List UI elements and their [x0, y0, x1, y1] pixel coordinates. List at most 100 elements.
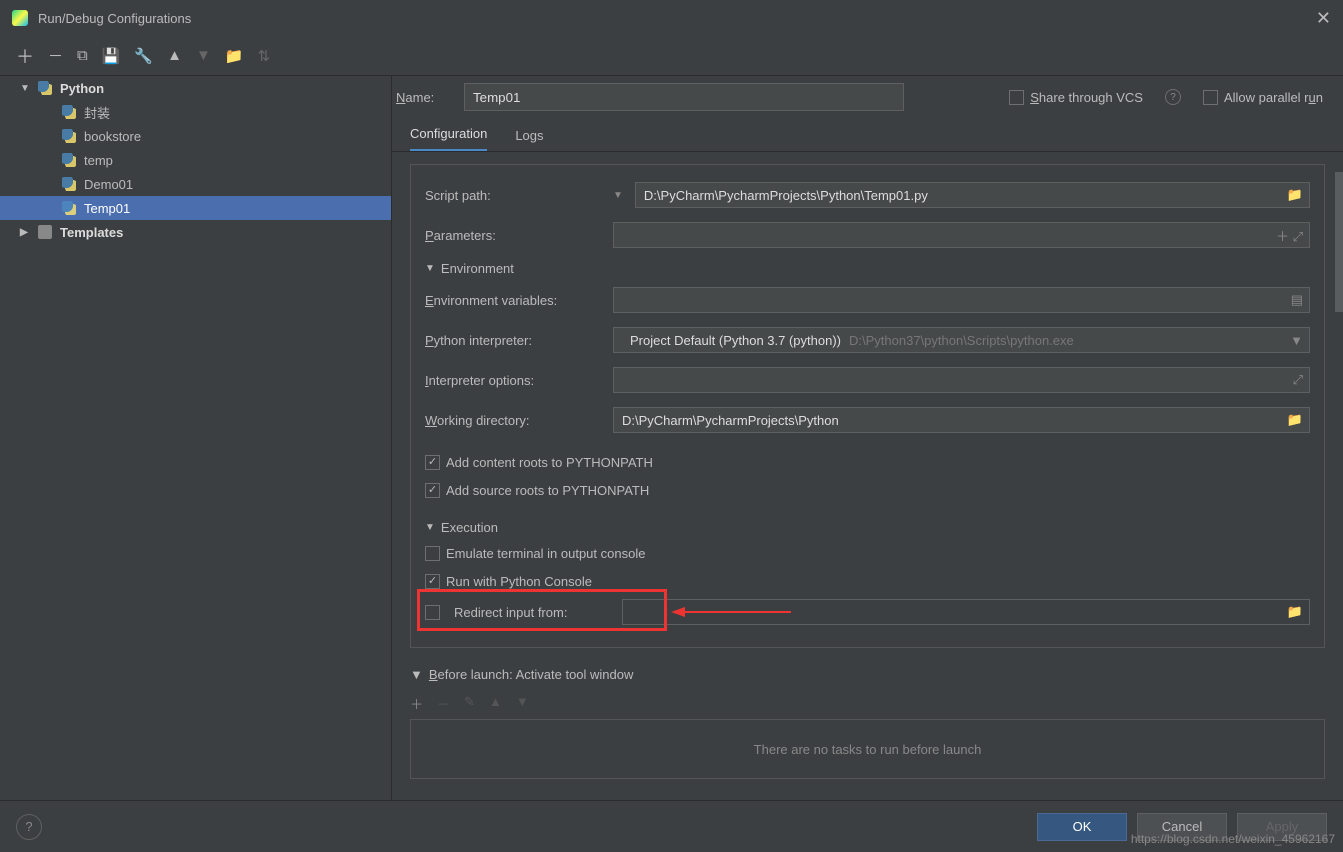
redirect-input-checkbox[interactable]: [425, 605, 440, 620]
edit-task-icon[interactable]: ✎: [464, 694, 475, 713]
python-icon: [62, 177, 76, 191]
python-icon: [62, 153, 76, 167]
chevron-right-icon: ▶: [20, 227, 32, 238]
before-launch-list: There are no tasks to run before launch: [410, 719, 1325, 779]
form-header: NName:ame: Share through VCS Share throu…: [392, 76, 1343, 118]
parallel-run-checkbox[interactable]: Allow parallel run Allow parallel run: [1203, 90, 1323, 105]
move-down-icon[interactable]: ▼: [196, 47, 211, 64]
before-launch-toolbar: ＋ － ✎ ▲ ▼: [410, 688, 1325, 719]
python-icon: [62, 201, 76, 215]
before-launch-section: ▼ Before launch: Activate tool window Be…: [410, 660, 1325, 779]
checkbox-icon: [1203, 90, 1218, 105]
tree-item-3[interactable]: Demo01: [0, 172, 391, 196]
tab-configuration[interactable]: Configuration: [410, 126, 487, 151]
scrollbar-thumb[interactable]: [1335, 172, 1343, 312]
move-up-icon[interactable]: ▲: [167, 47, 182, 64]
help-button[interactable]: ?: [16, 814, 42, 840]
share-vcs-checkbox[interactable]: Share through VCS Share through VCS: [1009, 90, 1143, 105]
share-vcs-label: Share through VCS: [1030, 90, 1143, 105]
folder-icon[interactable]: 📁: [225, 47, 244, 65]
python-icon: [62, 129, 76, 143]
emulate-terminal-label: Emulate terminal in output console: [446, 546, 645, 561]
window-title: Run/Debug Configurations: [38, 11, 191, 26]
parallel-run-label: Allow parallel run: [1224, 90, 1323, 105]
help-icon[interactable]: ?: [1165, 89, 1181, 105]
run-python-console-checkbox[interactable]: [425, 574, 440, 589]
expand-icon[interactable]: ＋ ⤢: [1276, 226, 1303, 245]
chevron-down-icon: ▼: [410, 667, 423, 682]
wrench-icon: [38, 225, 52, 239]
script-path-input[interactable]: D:\PyCharm\PycharmProjects\Python\Temp01…: [635, 182, 1310, 208]
interpreter-select[interactable]: Project Default (Python 3.7 (python)) D:…: [613, 327, 1310, 353]
tree-item-label: temp: [84, 153, 113, 168]
titlebar: Run/Debug Configurations ✕: [0, 0, 1343, 36]
config-tabs: Configuration Logs: [392, 118, 1343, 152]
parameters-label: Parameters:: [425, 228, 605, 243]
add-task-icon[interactable]: ＋: [410, 694, 423, 713]
tree-item-4[interactable]: Temp01: [0, 196, 391, 220]
add-content-roots-checkbox[interactable]: [425, 455, 440, 470]
list-icon[interactable]: ▤: [1291, 292, 1303, 308]
interpreter-label: Python interpreter:: [425, 333, 605, 348]
emulate-terminal-checkbox[interactable]: [425, 546, 440, 561]
add-content-roots-label: Add content roots to PYTHONPATH: [446, 455, 653, 470]
tree-item-0[interactable]: 封装: [0, 100, 391, 124]
chevron-down-icon: ▼: [425, 263, 435, 274]
copy-config-icon[interactable]: ⧉: [77, 47, 88, 64]
chevron-down-icon[interactable]: ▼: [613, 190, 627, 201]
annotation-arrow: [671, 605, 791, 622]
close-icon[interactable]: ✕: [1316, 8, 1331, 29]
tree-item-1[interactable]: bookstore: [0, 124, 391, 148]
name-input[interactable]: [464, 83, 904, 111]
tree-item-label: 封装: [84, 103, 110, 122]
sort-icon[interactable]: ⇅: [258, 47, 271, 65]
chevron-down-icon: ▼: [425, 522, 435, 533]
python-icon: [38, 81, 52, 95]
redirect-input-label: Redirect input from:: [454, 605, 614, 620]
working-dir-input[interactable]: D:\PyCharm\PycharmProjects\Python 📁: [613, 407, 1310, 433]
config-toolbar: ＋ － ⧉ 💾 🔧 ▲ ▼ 📁 ⇅: [0, 36, 1343, 76]
save-config-icon[interactable]: 💾: [102, 47, 121, 65]
remove-task-icon[interactable]: －: [437, 694, 450, 713]
interpreter-opts-label: Interpreter options:: [425, 373, 605, 388]
interpreter-opts-input[interactable]: ⤢: [613, 367, 1310, 393]
python-icon: [62, 105, 76, 119]
scrollbar[interactable]: [1335, 172, 1343, 800]
script-path-label: Script path:: [425, 188, 605, 203]
config-tree: ▼ Python 封装 bookstore temp Demo01 Temp01…: [0, 76, 392, 800]
folder-icon[interactable]: 📁: [1287, 604, 1303, 620]
before-launch-header[interactable]: ▼ Before launch: Activate tool window Be…: [410, 660, 1325, 688]
expand-icon[interactable]: ⤢: [1293, 372, 1303, 388]
content-pane: NName:ame: Share through VCS Share throu…: [392, 76, 1343, 800]
chevron-down-icon: ▼: [20, 83, 32, 94]
move-up-icon[interactable]: ▲: [489, 694, 502, 713]
ok-button[interactable]: OK: [1037, 813, 1127, 841]
add-config-icon[interactable]: ＋: [16, 43, 34, 69]
watermark-text: https://blog.csdn.net/weixin_45962167: [1131, 832, 1335, 846]
tree-group-label: Templates: [60, 225, 123, 240]
folder-icon[interactable]: 📁: [1287, 187, 1303, 203]
run-python-console-label: Run with Python Console: [446, 574, 592, 589]
remove-config-icon[interactable]: －: [48, 45, 63, 66]
execution-section-header[interactable]: ▼ Execution: [411, 514, 1324, 539]
move-down-icon[interactable]: ▼: [516, 694, 529, 713]
environment-section-header[interactable]: ▼ Environment: [411, 255, 1324, 280]
tree-group-templates[interactable]: ▶ Templates: [0, 220, 391, 244]
folder-icon[interactable]: 📁: [1287, 412, 1303, 428]
working-dir-label: Working directory:: [425, 413, 605, 428]
empty-tasks-text: There are no tasks to run before launch: [754, 742, 982, 757]
configuration-panel: Script path: ▼ D:\PyCharm\PycharmProject…: [410, 164, 1325, 648]
env-vars-input[interactable]: ▤: [613, 287, 1310, 313]
tree-item-label: bookstore: [84, 129, 141, 144]
parameters-input[interactable]: ＋ ⤢: [613, 222, 1310, 248]
env-vars-label: Environment variables:: [425, 293, 605, 308]
tree-item-label: Demo01: [84, 177, 133, 192]
wrench-icon[interactable]: 🔧: [134, 47, 153, 65]
checkbox-icon: [1009, 90, 1024, 105]
tab-logs[interactable]: Logs: [515, 128, 543, 151]
add-source-roots-label: Add source roots to PYTHONPATH: [446, 483, 649, 498]
tree-group-python[interactable]: ▼ Python: [0, 76, 391, 100]
add-source-roots-checkbox[interactable]: [425, 483, 440, 498]
tree-item-2[interactable]: temp: [0, 148, 391, 172]
chevron-down-icon[interactable]: ▼: [1290, 333, 1303, 348]
